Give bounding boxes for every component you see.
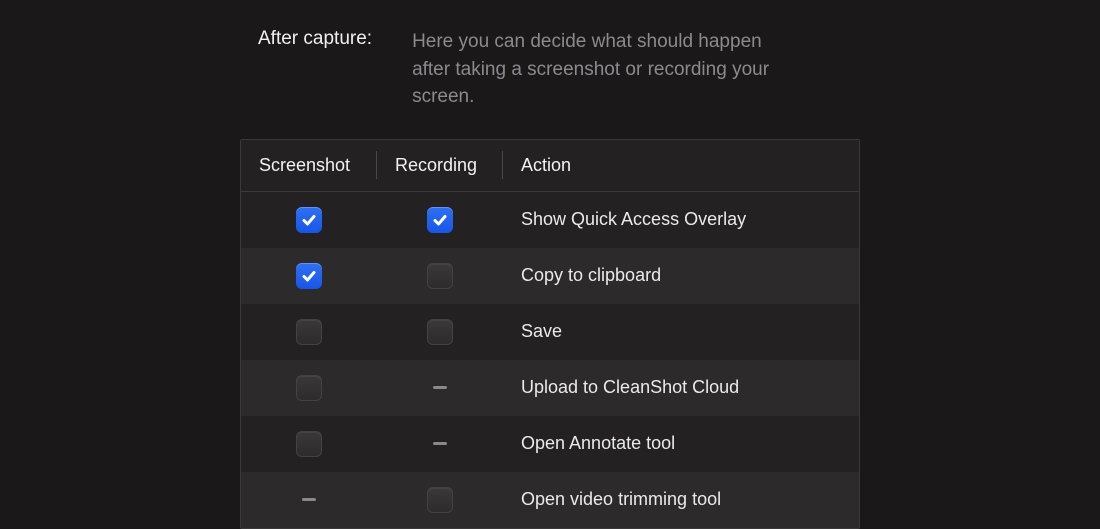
checkmark-icon (432, 212, 448, 228)
cell-screenshot (241, 498, 377, 501)
dash-icon (302, 498, 316, 501)
action-label: Open video trimming tool (503, 489, 859, 510)
screenshot-checkbox[interactable] (296, 431, 322, 457)
cell-screenshot (241, 375, 377, 401)
cell-screenshot (241, 319, 377, 345)
screenshot-checkbox[interactable] (296, 263, 322, 289)
table-row: Open Annotate tool (241, 416, 859, 472)
cell-screenshot (241, 263, 377, 289)
recording-checkbox[interactable] (427, 263, 453, 289)
recording-checkbox[interactable] (427, 487, 453, 513)
dash-icon (433, 442, 447, 445)
cell-screenshot (241, 431, 377, 457)
section-description: Here you can decide what should happen a… (412, 28, 782, 111)
cell-screenshot (241, 207, 377, 233)
after-capture-table: Screenshot Recording Action Show Quick A… (240, 139, 860, 529)
cell-recording (377, 319, 503, 345)
table-row: Open video trimming tool (241, 472, 859, 528)
action-label: Copy to clipboard (503, 265, 859, 286)
table-row: Upload to CleanShot Cloud (241, 360, 859, 416)
dash-icon (433, 386, 447, 389)
recording-checkbox[interactable] (427, 207, 453, 233)
screenshot-checkbox[interactable] (296, 375, 322, 401)
table-row: Copy to clipboard (241, 248, 859, 304)
table-row: Show Quick Access Overlay (241, 192, 859, 248)
action-label: Upload to CleanShot Cloud (503, 377, 859, 398)
action-label: Save (503, 321, 859, 342)
table-header: Screenshot Recording Action (241, 140, 859, 192)
recording-checkbox[interactable] (427, 319, 453, 345)
checkmark-icon (301, 212, 317, 228)
cell-recording (377, 263, 503, 289)
cell-recording (377, 442, 503, 445)
col-header-action: Action (503, 151, 859, 179)
table-row: Save (241, 304, 859, 360)
screenshot-checkbox[interactable] (296, 207, 322, 233)
action-label: Show Quick Access Overlay (503, 209, 859, 230)
col-header-recording: Recording (377, 151, 503, 179)
cell-recording (377, 207, 503, 233)
cell-recording (377, 386, 503, 389)
col-header-screenshot: Screenshot (241, 151, 377, 179)
screenshot-checkbox[interactable] (296, 319, 322, 345)
checkmark-icon (301, 268, 317, 284)
cell-recording (377, 487, 503, 513)
section-label: After capture: (258, 28, 372, 111)
action-label: Open Annotate tool (503, 433, 859, 454)
